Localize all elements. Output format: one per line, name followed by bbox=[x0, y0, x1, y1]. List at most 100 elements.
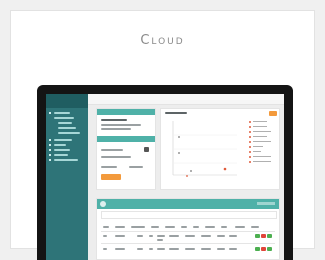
column-header bbox=[103, 226, 109, 228]
add-icon[interactable] bbox=[100, 201, 106, 207]
table-row bbox=[101, 245, 275, 255]
legend-entry bbox=[253, 136, 267, 137]
card-title: Cloud bbox=[140, 33, 185, 48]
table-cell bbox=[157, 235, 165, 237]
sidebar-item bbox=[54, 117, 74, 119]
sidebar bbox=[46, 94, 88, 260]
submit-button[interactable] bbox=[101, 174, 121, 180]
table-cell bbox=[229, 235, 237, 237]
sidebar-bullet bbox=[49, 144, 51, 146]
sidebar-bullet bbox=[49, 139, 51, 141]
sidebar-item bbox=[54, 139, 72, 141]
edit-button[interactable] bbox=[267, 234, 272, 238]
sidebar-item bbox=[54, 154, 68, 156]
table-header-text bbox=[257, 202, 275, 205]
table-panel bbox=[96, 198, 280, 260]
column-header bbox=[131, 226, 145, 228]
sidebar-item bbox=[54, 159, 78, 161]
chart bbox=[172, 121, 237, 177]
legend-marker bbox=[249, 136, 251, 138]
sidebar-item bbox=[58, 132, 80, 134]
chart-point bbox=[186, 175, 188, 177]
chart-point bbox=[190, 170, 192, 172]
delete-button[interactable] bbox=[261, 247, 266, 251]
table-cell bbox=[185, 248, 195, 250]
sidebar-item bbox=[54, 149, 70, 151]
chart-action-button[interactable] bbox=[269, 111, 277, 116]
panel-heading bbox=[101, 119, 127, 121]
chart-point bbox=[223, 167, 227, 171]
table-cell bbox=[185, 235, 195, 237]
column-header bbox=[115, 226, 125, 228]
approve-button[interactable] bbox=[255, 234, 260, 238]
table-cell bbox=[229, 248, 237, 250]
table-cell bbox=[169, 235, 179, 237]
legend-marker bbox=[249, 121, 251, 123]
table-cell bbox=[201, 248, 211, 250]
legend-entry bbox=[253, 146, 263, 147]
chart-point bbox=[178, 136, 180, 138]
table-cell bbox=[149, 235, 153, 237]
panel-subheader bbox=[97, 136, 155, 142]
legend-entry bbox=[253, 141, 271, 142]
legend-marker bbox=[249, 161, 251, 163]
table-cell bbox=[137, 248, 143, 250]
legend-marker bbox=[249, 146, 251, 148]
column-header bbox=[251, 226, 259, 228]
field-label bbox=[101, 166, 117, 168]
table-cell bbox=[169, 248, 179, 250]
sidebar-logo bbox=[46, 94, 88, 108]
sidebar-item bbox=[58, 127, 76, 129]
table-row bbox=[101, 232, 275, 244]
topbar bbox=[88, 94, 284, 105]
column-header bbox=[235, 226, 245, 228]
sidebar-bullet bbox=[49, 112, 51, 114]
edit-button[interactable] bbox=[267, 247, 272, 251]
dashboard-screenshot bbox=[46, 94, 284, 260]
delete-button[interactable] bbox=[261, 234, 266, 238]
legend-entry bbox=[253, 156, 271, 157]
approve-button[interactable] bbox=[255, 247, 260, 251]
product-card[interactable]: Cloud bbox=[10, 10, 315, 260]
sidebar-item bbox=[54, 144, 66, 146]
sidebar-item bbox=[54, 112, 70, 114]
chart-panel bbox=[160, 108, 280, 190]
legend-marker bbox=[249, 151, 251, 153]
toggle-icon[interactable] bbox=[144, 147, 149, 152]
column-header bbox=[205, 226, 215, 228]
sidebar-bullet bbox=[49, 159, 51, 161]
legend-entry bbox=[253, 126, 267, 127]
sidebar-bullet bbox=[49, 149, 51, 151]
sidebar-item bbox=[58, 122, 72, 124]
panel-header bbox=[97, 109, 155, 115]
table-cell bbox=[217, 248, 225, 250]
table-cell bbox=[217, 235, 225, 237]
legend-entry bbox=[253, 161, 271, 162]
table-cell bbox=[201, 235, 211, 237]
table-cell bbox=[103, 235, 107, 237]
field-label bbox=[129, 166, 143, 168]
column-header bbox=[151, 226, 159, 228]
form-panel bbox=[96, 108, 156, 190]
field-label bbox=[101, 149, 123, 151]
table-header-row bbox=[101, 223, 275, 232]
column-header bbox=[181, 226, 187, 228]
field-label bbox=[101, 156, 131, 158]
chart-title bbox=[165, 112, 187, 114]
table-cell bbox=[137, 235, 143, 237]
column-header bbox=[165, 226, 175, 228]
legend-entry bbox=[253, 151, 261, 152]
legend-entry bbox=[253, 131, 271, 132]
legend-entry bbox=[253, 121, 267, 122]
legend-marker bbox=[249, 156, 251, 158]
legend-marker bbox=[249, 126, 251, 128]
table-cell bbox=[115, 248, 125, 250]
table-cell bbox=[157, 239, 163, 241]
sidebar-bullet bbox=[49, 154, 51, 156]
table-cell bbox=[103, 248, 107, 250]
table-search[interactable] bbox=[101, 211, 277, 219]
table-cell bbox=[157, 248, 165, 250]
legend-marker bbox=[249, 131, 251, 133]
chart-point bbox=[178, 152, 180, 154]
legend-marker bbox=[249, 141, 251, 143]
